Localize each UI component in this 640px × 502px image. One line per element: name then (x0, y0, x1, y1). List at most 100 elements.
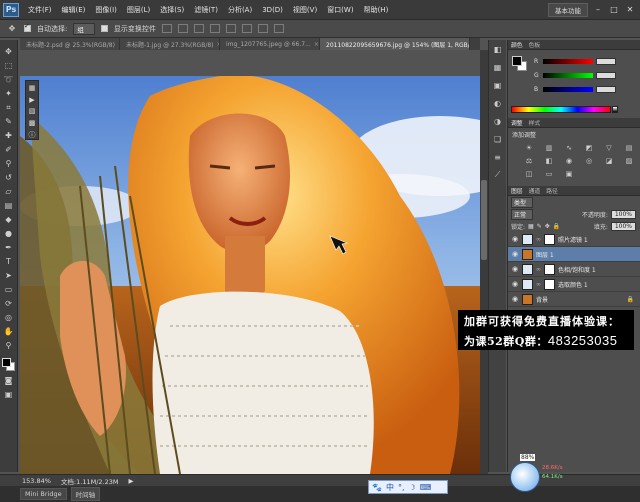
blend-mode-dropdown[interactable]: 正常 (511, 208, 534, 220)
distribute-icon[interactable] (257, 24, 268, 33)
levels-icon[interactable]: ▥ (544, 143, 554, 152)
visibility-icon[interactable]: ◉ (511, 235, 519, 243)
network-monitor[interactable]: 88% 28.6K/s 64.1K/s (510, 454, 572, 494)
history-panel-icon[interactable]: ▦ (28, 84, 37, 93)
swatches-panel-icon[interactable]: ▦ (492, 62, 503, 72)
slider-g[interactable]: G (534, 72, 616, 79)
quick-mask-icon[interactable]: ◙ (3, 375, 15, 386)
color-panel-icon[interactable]: ◧ (492, 44, 503, 54)
menu-view[interactable]: 视图(V) (288, 5, 322, 15)
menu-analysis[interactable]: 分析(A) (223, 5, 257, 15)
posterize-icon[interactable]: ▨ (624, 156, 634, 165)
color-balance-icon[interactable]: ⚖ (524, 156, 534, 165)
align-bottom-icon[interactable] (193, 24, 204, 33)
selective-color-icon[interactable]: ▣ (564, 169, 574, 178)
visibility-icon[interactable]: ◉ (511, 265, 519, 273)
threshold-icon[interactable]: ◫ (524, 169, 534, 178)
show-transform-checkbox[interactable] (100, 25, 108, 32)
net-ball-icon[interactable] (510, 462, 540, 492)
slider-b-bar[interactable] (543, 87, 593, 92)
type-icon[interactable]: T (3, 256, 15, 267)
bw-ramp[interactable] (612, 106, 618, 113)
tab-adjustments[interactable]: 调整 (511, 118, 523, 127)
menu-help[interactable]: 帮助(H) (359, 5, 394, 15)
dodge-icon[interactable]: ● (3, 228, 15, 239)
tab-doc-4[interactable]: 20110822095659676.jpg @ 154% (图层 1, RGB/… (320, 38, 470, 50)
layers-panel-icon[interactable]: ❏ (492, 134, 503, 144)
hand-icon[interactable]: ✋ (3, 326, 15, 337)
tab-doc-2[interactable]: 未标题-1.jpg @ 27.3%(RGB/8)× (120, 38, 220, 50)
ime-toolbar[interactable]: 🐾 中 °, ☽ ⌨ (368, 480, 448, 494)
lock-all-icon[interactable]: 🔒 (553, 223, 560, 230)
color-swatches[interactable] (1, 358, 16, 372)
adjust-panel-icon[interactable]: ◐ (492, 98, 503, 108)
lasso-icon[interactable]: ➰ (3, 74, 15, 85)
zoom-level[interactable]: 153.84% (22, 477, 51, 485)
mini-bridge-tab[interactable]: Mini Bridge (20, 488, 67, 500)
paths-panel-icon[interactable]: ⟋ (492, 170, 503, 180)
align-top-icon[interactable] (161, 24, 172, 33)
layer-mask-thumb[interactable] (544, 233, 555, 245)
opacity-input[interactable]: 100% (610, 209, 636, 219)
tab-styles[interactable]: 样式 (529, 118, 541, 127)
tab-doc-1[interactable]: 未标题-2.psd @ 25.3%(RGB/8)× (20, 38, 120, 50)
info-panel-icon[interactable]: ⓘ (28, 130, 37, 139)
actions-panel-icon[interactable]: ▶ (28, 96, 37, 105)
clone-panel-icon[interactable]: ▩ (28, 119, 37, 128)
auto-select-dropdown[interactable]: 组 (73, 22, 95, 35)
ime-paw-icon[interactable]: 🐾 (372, 483, 382, 492)
fg-swatch[interactable] (512, 56, 522, 66)
layer-mask-thumb[interactable] (544, 278, 555, 290)
gradient-icon[interactable]: ▤ (3, 200, 15, 211)
foreground-color[interactable] (1, 358, 11, 367)
menu-image[interactable]: 图像(I) (90, 5, 122, 15)
layer-row[interactable]: ◉ ∞ 色相/饱和度 1 (508, 262, 640, 277)
menu-file[interactable]: 文件(F) (23, 5, 57, 15)
hue-sat-icon[interactable]: ▤ (624, 143, 634, 152)
color-spectrum[interactable] (511, 106, 611, 113)
invert-icon[interactable]: ◪ (604, 156, 614, 165)
gradient-map-icon[interactable]: ▭ (544, 169, 554, 178)
photo-filter-icon[interactable]: ◉ (564, 156, 574, 165)
exposure-icon[interactable]: ◩ (584, 143, 594, 152)
layer-row[interactable]: ◉ 背景 🔒 (508, 292, 640, 307)
layer-row[interactable]: ◉ 图层 1 (508, 247, 640, 262)
vibrance-icon[interactable]: ▽ (604, 143, 614, 152)
value-r[interactable] (596, 58, 616, 65)
pen-icon[interactable]: ✒ (3, 242, 15, 253)
ime-moon-icon[interactable]: ☽ (409, 483, 416, 492)
tab-layers[interactable]: 图层 (511, 186, 523, 195)
tab-doc-3[interactable]: img_1207765.jpeg @ 66.7... × (220, 38, 320, 50)
slider-g-bar[interactable] (543, 73, 593, 78)
ime-mode[interactable]: 中 (386, 482, 394, 493)
auto-select-checkbox[interactable] (24, 22, 31, 32)
tab-close-icon[interactable]: × (314, 41, 319, 48)
status-arrow-icon[interactable]: ▶ (128, 477, 133, 485)
visibility-icon[interactable]: ◉ (511, 280, 519, 288)
value-b[interactable] (596, 86, 616, 93)
maximize-icon[interactable]: □ (608, 5, 620, 15)
screen-mode-icon[interactable]: ▣ (3, 389, 15, 400)
brush-panel-icon[interactable]: ▧ (28, 107, 37, 116)
visibility-icon[interactable]: ◉ (511, 295, 519, 303)
curves-icon[interactable]: ∿ (564, 143, 574, 152)
align-right-icon[interactable] (241, 24, 252, 33)
close-icon[interactable]: ✕ (624, 5, 636, 15)
menu-3d[interactable]: 3D(D) (257, 6, 288, 14)
channel-mixer-icon[interactable]: ◎ (584, 156, 594, 165)
menu-window[interactable]: 窗口(W) (322, 5, 358, 15)
tab-channels[interactable]: 通道 (529, 186, 541, 195)
visibility-icon[interactable]: ◉ (511, 250, 519, 258)
image-canvas[interactable] (20, 76, 480, 474)
brush-icon[interactable]: ✐ (3, 144, 15, 155)
magic-wand-icon[interactable]: ✦ (3, 88, 15, 99)
layer-row[interactable]: ◉ ∞ 选取颜色 1 (508, 277, 640, 292)
vertical-scrollbar[interactable] (480, 50, 488, 474)
ime-punct-icon[interactable]: °, (398, 483, 405, 492)
align-left-icon[interactable] (209, 24, 220, 33)
timeline-tab[interactable]: 时间轴 (70, 487, 101, 501)
layer-mask-thumb[interactable] (544, 263, 555, 275)
bw-icon[interactable]: ◧ (544, 156, 554, 165)
marquee-icon[interactable]: ⬚ (3, 60, 15, 71)
zoom-icon[interactable]: ⚲ (3, 340, 15, 351)
